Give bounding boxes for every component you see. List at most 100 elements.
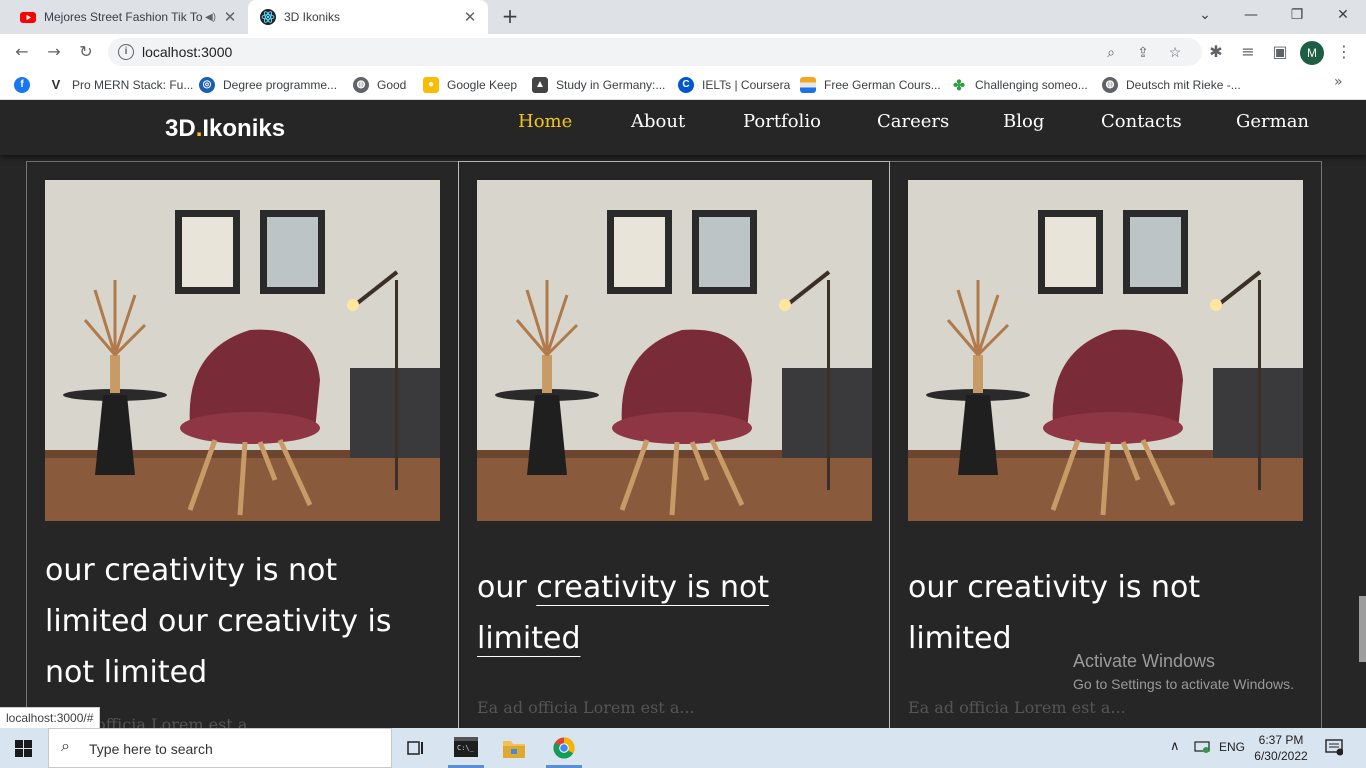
study-icon: ▲: [532, 77, 548, 93]
reload-icon[interactable]: ↻: [74, 40, 98, 64]
bookmark-item[interactable]: ◎ Degree programme...: [199, 76, 337, 94]
activate-windows-watermark: Activate Windows Go to Settings to activ…: [1073, 651, 1294, 692]
room-illustration: [45, 180, 440, 521]
new-tab-button[interactable]: +: [498, 4, 522, 28]
more-bookmarks-icon[interactable]: »: [1334, 74, 1343, 90]
card-title[interactable]: our creativity is not limited: [908, 562, 1298, 664]
bookmark-label: Deutsch mit Rieke -...: [1126, 78, 1241, 92]
flag-icon: [800, 77, 816, 93]
nav-german[interactable]: German: [1236, 111, 1309, 132]
site-info-icon[interactable]: i: [118, 44, 134, 60]
nav-contacts[interactable]: Contacts: [1101, 111, 1182, 132]
restore-button[interactable]: ❐: [1274, 0, 1320, 30]
nav-home[interactable]: Home: [518, 111, 572, 132]
globe-icon: ◍: [353, 77, 369, 93]
side-panel-icon[interactable]: ▣: [1268, 40, 1292, 64]
keep-icon: ●: [423, 77, 439, 93]
back-icon[interactable]: ←: [10, 40, 34, 64]
close-tab-icon[interactable]: ✕: [220, 8, 240, 26]
bookmark-item[interactable]: C IELTs | Coursera: [678, 76, 790, 94]
globe-blue-icon: ◎: [199, 77, 215, 93]
address-bar[interactable]: i localhost:3000 ⌕ ⇪ ☆: [108, 38, 1202, 66]
card-title[interactable]: our creativity is not limited our creati…: [45, 545, 435, 698]
bookmark-item[interactable]: Free German Cours...: [800, 76, 941, 94]
speaker-icon[interactable]: ◀): [205, 12, 216, 23]
tab-title: Mejores Street Fashion Tik To: [44, 10, 203, 24]
close-window-button[interactable]: ✕: [1320, 0, 1366, 30]
bookmark-label: Free German Cours...: [824, 78, 941, 92]
profile-avatar[interactable]: M: [1300, 41, 1324, 65]
bookmark-item[interactable]: ✤ Challenging someo...: [951, 76, 1088, 94]
bookmarks-bar: f V Pro MERN Stack: Fu... ◎ Degree progr…: [0, 70, 1366, 100]
tab-youtube[interactable]: Mejores Street Fashion Tik To ◀) ✕: [8, 0, 248, 34]
bookmark-label: Study in Germany:...: [556, 78, 666, 92]
nav-careers[interactable]: Careers: [877, 111, 949, 132]
bookmark-item[interactable]: ● Google Keep: [423, 76, 517, 94]
bookmark-item[interactable]: ◍ Good: [353, 76, 406, 94]
bookmark-label: Google Keep: [447, 78, 518, 92]
bookmark-star-icon[interactable]: ☆: [1164, 41, 1186, 63]
notifications-icon[interactable]: [1325, 738, 1344, 759]
v-icon: V: [51, 77, 61, 92]
tab-strip: Mejores Street Fashion Tik To ◀) ✕ 3D Ik…: [0, 0, 1366, 34]
browser-toolbar: ← → ↻ i localhost:3000 ⌕ ⇪ ☆ ✱ ≡ ▣ ⋮: [0, 34, 1366, 70]
coursera-icon: C: [678, 77, 694, 93]
share-icon[interactable]: ⇪: [1132, 41, 1154, 63]
windows-taskbar: ⌕ Type here to search C:\_ ∧ ENG 6:37 PM…: [0, 728, 1366, 768]
forward-icon[interactable]: →: [42, 40, 66, 64]
facebook-icon: f: [14, 77, 30, 93]
blog-card[interactable]: our creativity is not limited Ea ad offi…: [458, 161, 890, 728]
reading-list-icon[interactable]: ≡: [1236, 40, 1260, 64]
blog-card[interactable]: our creativity is not limited Ea ad offi…: [890, 161, 1322, 728]
nav-blog[interactable]: Blog: [1003, 111, 1044, 132]
chrome-icon[interactable]: [540, 728, 588, 768]
tab-search-icon[interactable]: ⌄: [1182, 0, 1228, 30]
bookmark-label: Pro MERN Stack: Fu...: [72, 78, 194, 92]
nav-about[interactable]: About: [631, 111, 685, 132]
room-illustration: [477, 180, 872, 521]
youtube-icon: [20, 12, 36, 23]
taskbar-search[interactable]: ⌕ Type here to search: [48, 728, 392, 768]
globe-icon: ◍: [1102, 77, 1118, 93]
tray-chevron-icon[interactable]: ∧: [1170, 738, 1180, 754]
svg-text:C:\_: C:\_: [457, 744, 475, 752]
chair-image[interactable]: [477, 180, 872, 521]
task-view-icon[interactable]: [392, 728, 440, 768]
bookmark-facebook[interactable]: f: [14, 76, 38, 94]
nav-portfolio[interactable]: Portfolio: [743, 111, 821, 132]
search-icon: ⌕: [61, 738, 70, 755]
windows-start-icon[interactable]: [15, 740, 32, 757]
card-excerpt: Ea ad officia Lorem est a...: [908, 698, 1126, 717]
menu-icon[interactable]: ⋮: [1332, 40, 1356, 64]
tab-3d-ikoniks[interactable]: 3D Ikoniks ✕: [248, 0, 488, 34]
terminal-icon[interactable]: C:\_: [442, 728, 490, 768]
chair-image[interactable]: [908, 180, 1303, 521]
card-title[interactable]: our creativity is not limited: [477, 562, 867, 664]
website: 3D.Ikoniks Home About Portfolio Careers …: [0, 101, 1366, 728]
file-explorer-icon[interactable]: [490, 728, 538, 768]
search-placeholder: Type here to search: [89, 741, 213, 757]
tab-title: 3D Ikoniks: [284, 10, 341, 24]
clover-icon: ✤: [953, 77, 965, 93]
extensions-icon[interactable]: ✱: [1204, 40, 1228, 64]
language-indicator[interactable]: ENG: [1219, 740, 1245, 754]
network-icon[interactable]: [1194, 739, 1210, 756]
taskbar-clock[interactable]: 6:37 PM 6/30/2022: [1252, 732, 1310, 764]
blog-card[interactable]: our creativity is not limited our creati…: [26, 161, 458, 728]
bookmark-label: Good: [377, 78, 407, 92]
status-bar-url: localhost:3000/#: [0, 707, 101, 728]
minimize-button[interactable]: —: [1228, 0, 1274, 30]
zoom-icon[interactable]: ⌕: [1100, 41, 1122, 63]
bookmark-item[interactable]: ▲ Study in Germany:...: [532, 76, 665, 94]
card-excerpt: Ea ad officia Lorem est a...: [477, 698, 695, 717]
site-navbar: 3D.Ikoniks Home About Portfolio Careers …: [0, 101, 1366, 155]
bookmark-item[interactable]: V Pro MERN Stack: Fu...: [48, 76, 194, 94]
site-logo[interactable]: 3D.Ikoniks: [165, 115, 285, 143]
url-text[interactable]: localhost:3000: [142, 44, 232, 60]
chair-image[interactable]: [45, 180, 440, 521]
bookmark-item[interactable]: ◍ Deutsch mit Rieke -...: [1102, 76, 1241, 94]
bookmark-label: Degree programme...: [223, 78, 338, 92]
scrollbar-thumb[interactable]: [1359, 596, 1366, 662]
bookmark-label: IELTs | Coursera: [702, 78, 791, 92]
close-tab-icon[interactable]: ✕: [460, 8, 480, 26]
